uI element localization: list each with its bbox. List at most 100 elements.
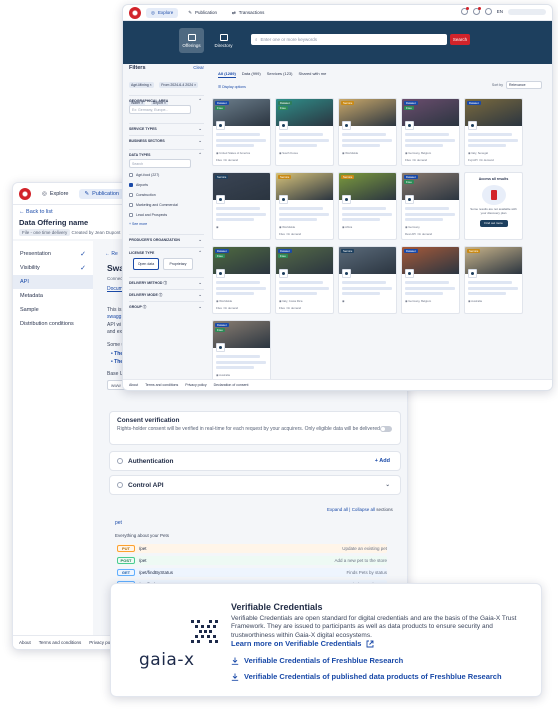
offering-card[interactable]: Service ◉ Australia — [464, 246, 523, 314]
control-api-panel[interactable]: Control API ⌄ — [109, 475, 401, 495]
user-menu[interactable] — [508, 8, 546, 15]
offering-card[interactable]: Dataset Free ◉ Italy, Costa Rica Files On d… — [275, 246, 334, 314]
filter-chip[interactable]: Agri-Mining × — [129, 82, 154, 88]
geo-input[interactable]: Ex: Germany, Europe... — [129, 105, 191, 114]
step-api[interactable]: API — [13, 275, 93, 289]
search-button[interactable]: Search — [450, 34, 470, 45]
option-leads[interactable]: Lead and Prospects — [129, 213, 167, 217]
offering-card[interactable]: Dataset Free ◉ Worldwide Files On demand — [212, 246, 271, 314]
checkbox[interactable] — [129, 193, 133, 197]
filter-group[interactable]: GROUP ⓘ ⌄ — [129, 301, 204, 310]
option-airports[interactable]: Airports — [129, 183, 148, 187]
footer-terms[interactable]: Terms and conditions — [145, 383, 178, 387]
offerings-button[interactable]: Offerings — [179, 28, 204, 53]
collapse-all-link[interactable]: Collapse all — [352, 507, 375, 512]
offering-card[interactable]: Dataset Free ◉ Germany, Belgium Files On de… — [401, 98, 460, 166]
display-options-link[interactable]: ☰ Display options — [218, 85, 246, 89]
offering-card[interactable]: Service ◉ Worldwide Files On demand — [275, 172, 334, 240]
filter-chip[interactable]: From 2024-6-4 2024 × — [159, 82, 199, 88]
offering-card[interactable]: Service ◉ — [212, 172, 271, 240]
filter-license[interactable]: LICENSE TYPE ⌃ — [129, 247, 204, 255]
app-logo[interactable] — [129, 6, 141, 19]
filter-geo[interactable]: GEOGRAPHICAL AREA ⌃ — [129, 95, 204, 103]
location: ◉ Worldwide — [216, 299, 233, 303]
step-presentation[interactable]: Presentation ✓ — [13, 247, 93, 261]
filter-data-types[interactable]: DATA TYPES ⌃ — [129, 149, 204, 157]
directory-button[interactable]: Directory — [211, 28, 236, 53]
license-proprietary[interactable]: Proprietary — [163, 258, 193, 270]
nav-publication[interactable]: ✎ Publication — [79, 188, 124, 199]
language-select[interactable]: EN — [497, 9, 503, 14]
filter-producers[interactable]: PRODUCER'S ORGANIZATION ⌄ — [129, 234, 204, 242]
offering-card[interactable]: Dataset ◉ Germany, Belgium — [401, 246, 460, 314]
vc-freshblue-link[interactable]: Verifiable Credentials of Freshblue Rese… — [231, 656, 403, 665]
clear-filters-link[interactable]: Clear — [193, 65, 204, 70]
filter-delivery-method[interactable]: DELIVERY METHOD ⓘ ⌄ — [129, 277, 204, 286]
footer-terms[interactable]: Terms and conditions — [39, 640, 82, 645]
top-right-tools: EN — [460, 7, 546, 15]
nav-publication[interactable]: ✎ Publication — [183, 8, 222, 18]
checkbox[interactable] — [129, 183, 133, 187]
vc-products-link[interactable]: Verifiable Credentials of published data… — [231, 672, 502, 681]
data-types-search[interactable]: Search — [129, 159, 191, 168]
filter-business-sectors[interactable]: BUSINESS SECTORS ⌄ — [129, 135, 204, 143]
documentation-link[interactable]: Docum — [107, 286, 123, 292]
see-more-link[interactable]: + See more — [129, 222, 147, 226]
footer-about[interactable]: About — [19, 640, 31, 645]
offering-card[interactable]: Dataset Free ◉ Australia — [212, 320, 271, 388]
offering-card[interactable]: Dataset ◉ Italy, Senegal Fuji API On deman… — [464, 98, 523, 166]
footer-consent[interactable]: Declaration of consent — [214, 383, 249, 387]
api-op-row[interactable]: GET /pet/findByStatus Finds Pets by stat… — [117, 568, 387, 577]
cart-icon[interactable] — [460, 7, 469, 15]
checkbox[interactable] — [129, 203, 133, 207]
main-back-link[interactable]: ← Re — [105, 251, 118, 257]
search-placeholder: Enter one or more keywords — [260, 37, 318, 42]
api-group-name[interactable]: pet — [115, 520, 122, 526]
option-construction[interactable]: Construction — [129, 193, 156, 197]
offering-card[interactable]: Dataset Free ◉ South Korea — [275, 98, 334, 166]
api-op-row[interactable]: POST /pet Add a new pet to the store — [117, 556, 387, 565]
nav-transactions[interactable]: ⇄ Transactions — [227, 8, 269, 18]
step-distribution[interactable]: Distribution conditions — [13, 317, 93, 331]
tab-shared[interactable]: Shared with me — [299, 71, 327, 78]
help-icon[interactable] — [484, 8, 492, 15]
provider-logo — [468, 269, 477, 278]
provider-logo — [468, 121, 477, 130]
step-visibility[interactable]: Visibility ✓ — [13, 261, 93, 275]
tab-services[interactable]: Services (123) — [267, 71, 293, 78]
footer-privacy[interactable]: Privacy policy — [185, 383, 206, 387]
tab-data[interactable]: Data (999) — [242, 71, 261, 78]
api-op-row[interactable]: PUT /pet Update an existing pet — [117, 544, 387, 553]
checkbox[interactable] — [129, 173, 133, 177]
offering-card[interactable]: Dataset Free ◉ Germany Rest API On demand — [401, 172, 460, 240]
authentication-panel[interactable]: Authentication + Add — [109, 451, 401, 471]
find-out-more-button[interactable]: Find out more — [479, 219, 508, 227]
option-agrifood[interactable]: Agri-food (227) — [129, 173, 159, 177]
offering-card[interactable]: Service ◉ — [338, 246, 397, 314]
step-sample[interactable]: Sample — [13, 303, 93, 317]
filter-delivery-mode[interactable]: DELIVERY MODE ⓘ ⌄ — [129, 289, 204, 298]
tab-all[interactable]: All (1289) — [218, 71, 236, 78]
app-logo[interactable] — [19, 187, 31, 200]
consent-toggle[interactable] — [380, 426, 392, 432]
bell-icon[interactable] — [472, 7, 481, 15]
chevron-down-icon[interactable]: ⌄ — [385, 482, 390, 488]
offering-card[interactable]: Service ◉ Worldwide — [338, 98, 397, 166]
checkbox[interactable] — [129, 213, 133, 217]
sort-select[interactable]: Relevance — [506, 81, 542, 89]
step-metadata[interactable]: Metadata — [13, 289, 93, 303]
search-input[interactable]: ⌕ Enter one or more keywords — [251, 34, 447, 45]
main-back-label: Re — [111, 251, 118, 257]
add-auth-button[interactable]: + Add — [375, 458, 390, 464]
footer-about[interactable]: About — [129, 383, 138, 387]
delivery-method: Files — [279, 306, 285, 310]
option-marketing[interactable]: Marketing and Commercial — [129, 203, 178, 207]
expand-all-link[interactable]: Expand all — [327, 507, 348, 512]
offering-card[interactable]: Dataset Free ◉ United States of America Fil… — [212, 98, 271, 166]
nav-explore[interactable]: ◎ Explore — [37, 189, 73, 199]
license-open-data[interactable]: Open data — [133, 258, 159, 270]
offering-card[interactable]: Service ◉ Africa — [338, 172, 397, 240]
learn-more-link[interactable]: Learn more on Verifiable Credentials — [231, 639, 374, 648]
filter-service-types[interactable]: SERVICE TYPES ⌄ — [129, 123, 204, 131]
nav-explore[interactable]: ◎ Explore — [146, 7, 179, 18]
